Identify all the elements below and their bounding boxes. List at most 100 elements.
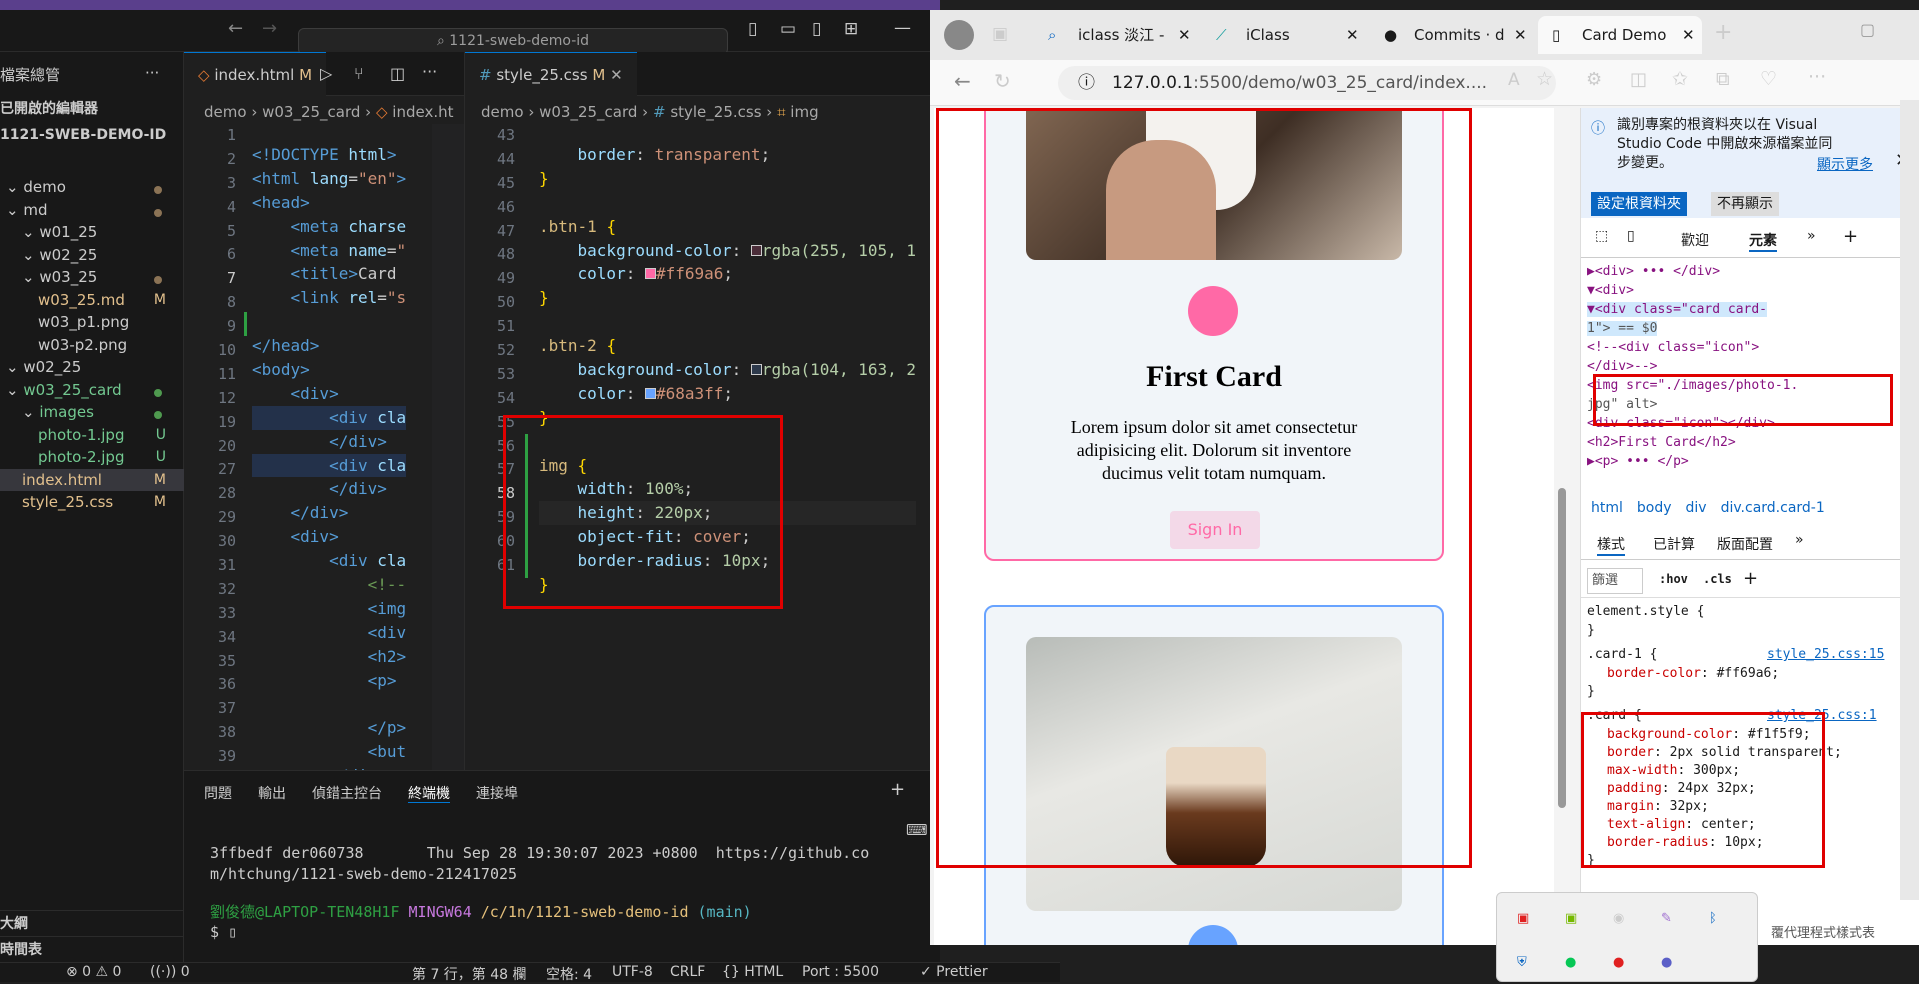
terminal-bash-icon[interactable]: ⌨ [906, 821, 928, 839]
language-mode[interactable]: {} HTML [722, 964, 783, 980]
ports-status[interactable]: ((·)) 0 [150, 964, 190, 980]
dom-node[interactable]: <!--<div class="icon"> [1587, 340, 1759, 355]
run-icon[interactable]: ▷ [320, 64, 332, 83]
styles-tab[interactable]: 樣式 [1597, 534, 1625, 556]
dom-node[interactable]: ▼<div> [1587, 283, 1634, 298]
live-server-port[interactable]: Port : 5500 [802, 964, 879, 980]
dom-node[interactable]: ▶<p> ••• </p> [1587, 454, 1689, 469]
workspace-section[interactable]: 1121-SWEB-DEMO-ID [0, 122, 184, 149]
tree-item[interactable]: photo-1.jpg U [0, 424, 184, 446]
browser-tab-commits[interactable]: ● Commits · d ✕ [1370, 16, 1534, 54]
device-icon[interactable]: ▯ [1627, 228, 1635, 244]
indentation[interactable]: 空格: 4 [546, 964, 592, 984]
open-editors-section[interactable]: 已開啟的編輯器 [0, 96, 184, 123]
amd-icon[interactable]: ▣ [1517, 911, 1529, 926]
tree-item[interactable]: photo-2.jpg U [0, 446, 184, 468]
tab-style-css[interactable]: # style_25.css M ✕ [465, 52, 637, 96]
tree-item[interactable]: style_25.css M [0, 491, 184, 513]
cls-toggle[interactable]: .cls [1703, 572, 1732, 586]
dom-path-item[interactable]: html [1591, 500, 1623, 516]
code-area[interactable]: <!DOCTYPE html> <html lang="en"> <head> <m… [244, 124, 464, 770]
breadcrumb[interactable]: demo › w03_25_card › ◇ index.ht [204, 100, 453, 124]
panel-tab[interactable]: 連接埠 [476, 786, 518, 802]
discord-icon[interactable]: ◉ [1613, 911, 1624, 926]
refresh-icon[interactable]: ↻ [994, 69, 1011, 93]
computed-tab[interactable]: 已計算 [1653, 534, 1695, 554]
favorites-icon[interactable]: ✩ [1672, 68, 1688, 90]
tree-item[interactable]: index.html M [0, 468, 184, 491]
welcome-tab[interactable]: 歡迎 [1681, 230, 1709, 250]
tree-item[interactable]: ⌄ w02_25 [0, 244, 184, 266]
dom-path-item[interactable]: body [1637, 500, 1672, 516]
back-icon[interactable]: ← [954, 69, 971, 93]
tree-item[interactable]: ⌄ w03_25 [0, 266, 184, 288]
dom-tree[interactable]: ▶<div> ••• </div> ▼<div> ▼<div class="car… [1587, 264, 1907, 474]
browser-tab-iclass[interactable]: ⟋ iClass ✕ [1202, 16, 1366, 54]
prettier-status[interactable]: ✓ Prettier [920, 964, 988, 980]
read-aloud-icon[interactable]: A [1508, 70, 1520, 90]
cursor-position[interactable]: 第 7 行，第 48 欄 [412, 964, 527, 984]
app-icon[interactable]: ● [1613, 955, 1624, 970]
tab-actions-icon[interactable]: ▣ [992, 24, 1008, 44]
learn-more-link[interactable]: 顯示更多 [1817, 154, 1873, 174]
new-tab-icon[interactable]: + [1714, 20, 1732, 45]
add-tab-icon[interactable]: + [1843, 226, 1858, 247]
panel-tab[interactable]: 終端機 [408, 786, 450, 803]
url-field[interactable]: ⓘ 127.0.0.1:5500/demo/w03_25_card/index..… [1058, 66, 1556, 100]
favorite-star-icon[interactable]: ☆ [1536, 68, 1553, 90]
inspect-icon[interactable]: ⬚ [1595, 228, 1608, 244]
scrollbar[interactable] [1554, 108, 1570, 945]
filter-input[interactable]: 篩選 [1587, 568, 1643, 594]
new-rule-icon[interactable]: + [1743, 568, 1758, 589]
hov-toggle[interactable]: :hov [1659, 572, 1688, 586]
tree-item[interactable]: w03-p2.png [0, 334, 184, 356]
panel-tab[interactable]: 問題 [204, 786, 232, 802]
more-actions-icon[interactable]: ··· [145, 60, 159, 87]
tree-item[interactable]: ⌄ demo [0, 176, 184, 198]
toggle-secondary-sidebar-icon[interactable]: ▯ [812, 19, 821, 39]
terminal-cursor[interactable]: $ ▯ [210, 923, 237, 941]
terminal-output[interactable]: 3ffbedf der060738 Thu Sep 28 19:30:07 20… [210, 843, 869, 885]
more-icon[interactable]: » [1795, 532, 1804, 548]
collections-icon[interactable]: ⧉ [1716, 68, 1730, 90]
rule-source-link[interactable]: style_25.css:15 [1767, 647, 1884, 662]
pen-icon[interactable]: ✎ [1661, 911, 1672, 926]
profile-avatar[interactable] [944, 20, 974, 50]
layout-tab[interactable]: 版面配置 [1717, 534, 1773, 554]
tree-item[interactable]: ⌄ w03_25_card [0, 379, 184, 401]
tree-item[interactable]: ⌄ w01_25 [0, 221, 184, 243]
maximize-icon[interactable]: ▢ [1860, 20, 1875, 39]
elements-tab[interactable]: 元素 [1749, 230, 1777, 252]
forward-arrow-icon[interactable]: → [262, 18, 277, 39]
settings-menu-icon[interactable]: ··· [1808, 66, 1826, 88]
teams-icon[interactable]: ● [1661, 955, 1672, 970]
problems-status[interactable]: ⊗ 0 ⚠ 0 [66, 964, 121, 980]
split-screen-icon[interactable]: ◫ [1630, 69, 1647, 90]
outline-section[interactable]: 大綱 [0, 910, 184, 937]
line-ending[interactable]: CRLF [670, 964, 705, 980]
tab-index-html[interactable]: ◇ index.html M [184, 52, 327, 96]
tree-item[interactable]: ⌄ md [0, 199, 184, 221]
breadcrumb[interactable]: demo › w03_25_card › # style_25.css › ⌗ … [481, 100, 819, 124]
tree-item[interactable]: ⌄ images [0, 401, 184, 423]
panel-tab[interactable]: 輸出 [258, 786, 286, 802]
shield-icon[interactable]: ⛨ [1517, 955, 1527, 970]
tree-item[interactable]: w03_p1.png [0, 311, 184, 333]
split-editor-icon[interactable]: ◫ [390, 64, 405, 83]
dom-node[interactable]: ▶<div> ••• </div> [1587, 264, 1720, 279]
browser-tab-iclass-tku[interactable]: ⌕ iclass 淡江 - ✕ [1034, 16, 1198, 54]
browser-essentials-icon[interactable]: ♡ [1760, 68, 1777, 90]
add-terminal-icon[interactable]: + [890, 779, 905, 800]
dom-node[interactable]: 1"> == $0 [1587, 321, 1658, 336]
toggle-panel-icon[interactable]: ▭ [780, 19, 796, 39]
bluetooth-icon[interactable]: ᛒ [1709, 911, 1717, 926]
minimap[interactable] [432, 124, 464, 770]
dom-node[interactable]: <h2>First Card</h2> [1587, 435, 1736, 450]
dom-path-item[interactable]: div [1686, 500, 1707, 516]
back-arrow-icon[interactable]: ← [228, 18, 243, 39]
dom-node[interactable]: </div>--> [1587, 359, 1657, 374]
panel-tab[interactable]: 偵錯主控台 [312, 786, 382, 802]
customize-layout-icon[interactable]: ⊞ [844, 19, 858, 39]
tree-item[interactable]: ⌄ w02_25 [0, 356, 184, 378]
dom-node[interactable]: ▼<div class="card card- [1587, 302, 1768, 317]
